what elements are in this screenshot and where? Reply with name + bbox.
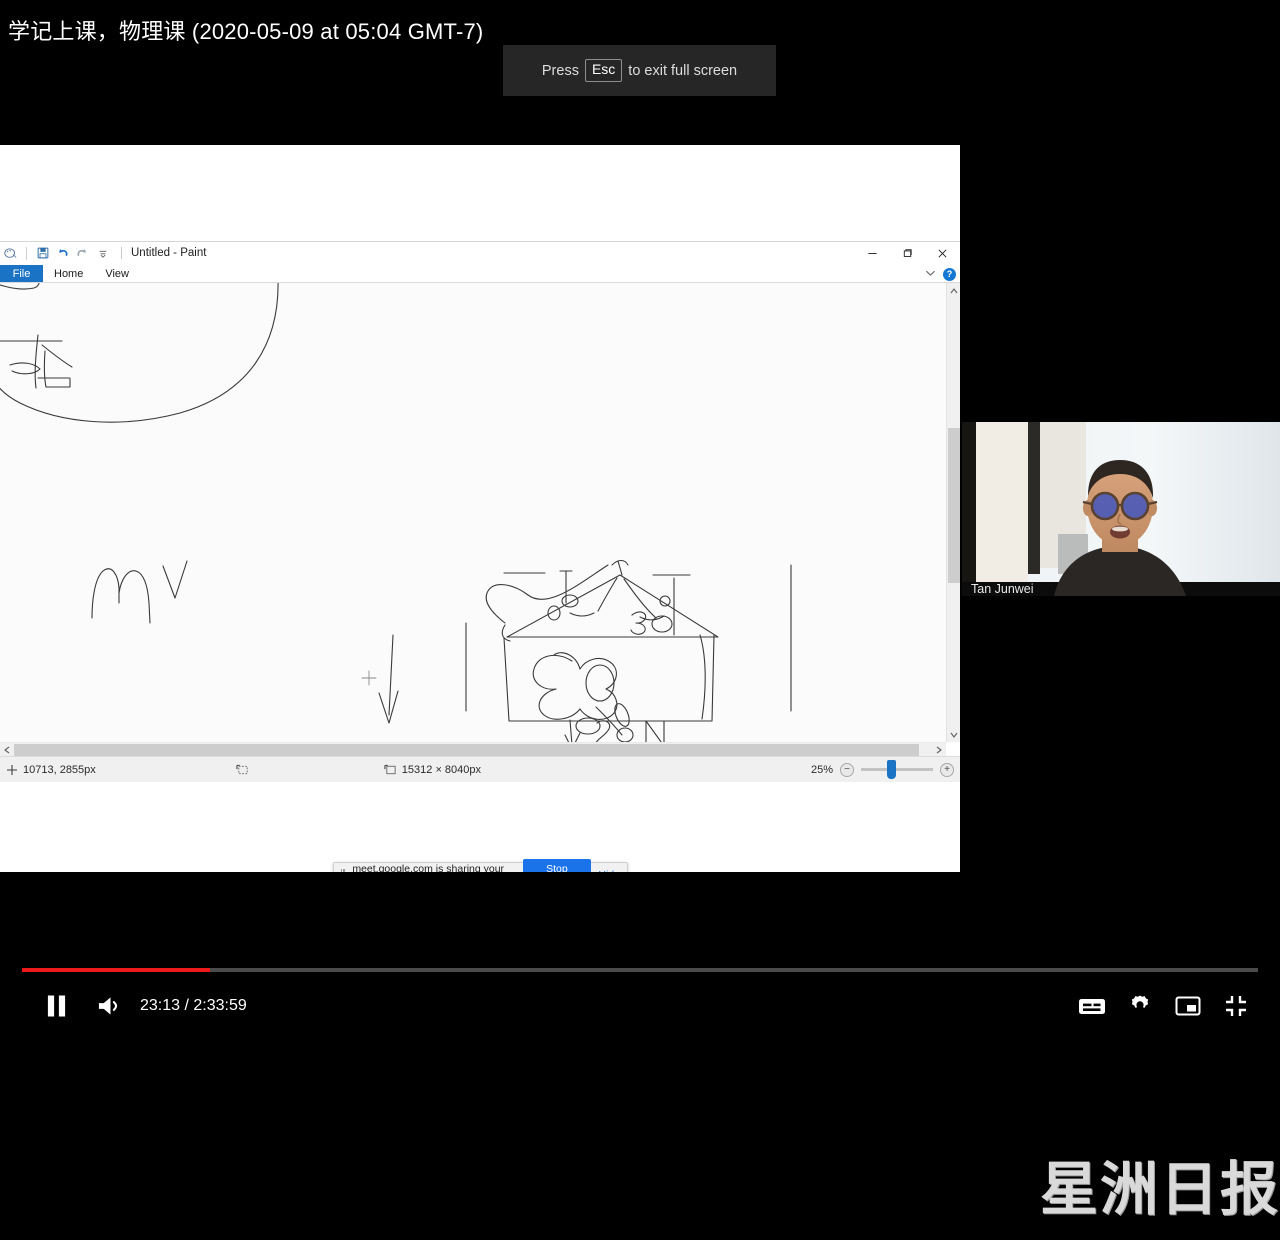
publisher-watermark: 星洲日报 (1040, 1155, 1280, 1223)
webcam-feed (962, 422, 1280, 596)
canvas-vertical-scrollbar[interactable] (946, 283, 960, 742)
scroll-left-arrow-icon[interactable] (0, 743, 14, 757)
exit-fullscreen-hint: Press Esc to exit full screen (503, 45, 776, 96)
exit-fullscreen-button[interactable] (1212, 982, 1260, 1030)
chevron-down-icon[interactable] (925, 269, 936, 280)
close-button[interactable] (925, 242, 960, 265)
esc-hint-suffix: to exit full screen (628, 62, 738, 79)
zoom-controls: 25% − + (810, 760, 954, 779)
maximize-restore-button[interactable] (890, 242, 925, 265)
video-progress-fill (22, 968, 210, 972)
window-controls (855, 242, 960, 265)
crosshair-icon (7, 764, 17, 775)
pause-button[interactable] (32, 982, 80, 1030)
captions-button[interactable] (1068, 982, 1116, 1030)
paint-canvas[interactable] (0, 283, 960, 742)
stop-sharing-button[interactable]: Stop sharing (522, 858, 592, 872)
canvas-size-value: 15312 × 8040px (401, 763, 482, 776)
paint-window-title: Untitled - Paint (131, 247, 207, 259)
cursor-position-value: 10713, 2855px (23, 763, 96, 776)
cursor-position-indicator: 10713, 2855px (6, 764, 96, 776)
drag-handle-icon[interactable] (341, 868, 346, 872)
redo-icon[interactable] (75, 246, 90, 261)
participant-video-tile[interactable] (962, 422, 1280, 596)
save-icon[interactable] (35, 246, 50, 261)
scroll-right-arrow-icon[interactable] (932, 743, 946, 757)
ribbon-right-controls: ? (925, 265, 956, 283)
player-right-controls (1068, 982, 1260, 1030)
video-title: 学记上课，物理课 (2020-05-09 at 05:04 GMT-7) (8, 19, 484, 44)
esc-key-glyph: Esc (584, 59, 623, 82)
help-icon[interactable]: ? (943, 267, 956, 281)
qat-separator (26, 246, 27, 260)
participant-name-label: Tan Junwei (971, 582, 1034, 596)
scroll-down-arrow-icon[interactable] (947, 727, 960, 742)
ribbon-tab-view[interactable]: View (94, 265, 140, 282)
paint-window: Untitled - Paint File Home View ? 10713,… (0, 241, 960, 782)
ribbon-tab-home[interactable]: Home (43, 265, 94, 282)
shared-screen-region: Untitled - Paint File Home View ? 10713,… (0, 145, 960, 872)
zoom-level-value: 25% (810, 763, 833, 776)
undo-icon[interactable] (55, 246, 70, 261)
settings-button[interactable] (1116, 982, 1164, 1030)
shared-screen-bottom-blank (0, 782, 960, 872)
zoom-slider[interactable] (861, 760, 933, 779)
whiteboard-drawing (0, 283, 792, 742)
paint-status-bar: 10713, 2855px 15312 × 8040px 25% − + (0, 756, 960, 782)
player-control-row: 23:13 / 2:33:59 (0, 979, 1280, 1033)
canvas-size-indicator: 15312 × 8040px (384, 764, 481, 776)
shared-screen-top-blank (0, 145, 960, 241)
fullscreen-video-page: 学记上课，物理课 (2020-05-09 at 05:04 GMT-7) Pre… (0, 0, 1280, 1240)
zoom-out-button[interactable]: − (840, 762, 854, 777)
selection-size-icon (236, 764, 248, 774)
hide-toast-button[interactable]: Hide (598, 869, 620, 873)
paint-titlebar[interactable]: Untitled - Paint (0, 242, 960, 265)
canvas-horizontal-scrollbar[interactable] (0, 742, 946, 756)
horizontal-scroll-thumb[interactable] (14, 744, 919, 756)
volume-button[interactable] (86, 982, 134, 1030)
zoom-slider-thumb[interactable] (887, 760, 896, 779)
video-time-display: 23:13 / 2:33:59 (140, 997, 247, 1014)
video-progress-bar[interactable] (22, 968, 1258, 972)
vertical-scroll-thumb[interactable] (948, 428, 960, 583)
esc-hint-prefix: Press (541, 62, 579, 79)
paint-ribbon-tabs: File Home View ? (0, 265, 960, 283)
title-separator (121, 247, 122, 259)
ribbon-tab-file[interactable]: File (0, 265, 43, 282)
sharing-message: meet.google.com is sharing your screen. (352, 862, 505, 873)
video-player-controls: 23:13 / 2:33:59 (0, 955, 1280, 1033)
paint-app-icon[interactable] (3, 246, 18, 261)
miniplayer-button[interactable] (1164, 982, 1212, 1030)
minimize-button[interactable] (855, 242, 890, 265)
selection-size-indicator (236, 764, 254, 776)
screen-sharing-toast: meet.google.com is sharing your screen. … (333, 858, 628, 873)
quick-access-toolbar (3, 246, 122, 261)
customize-qat-icon[interactable] (95, 246, 110, 261)
scroll-up-arrow-icon[interactable] (947, 283, 960, 298)
canvas-size-icon (384, 764, 396, 774)
zoom-in-button[interactable]: + (940, 762, 954, 777)
